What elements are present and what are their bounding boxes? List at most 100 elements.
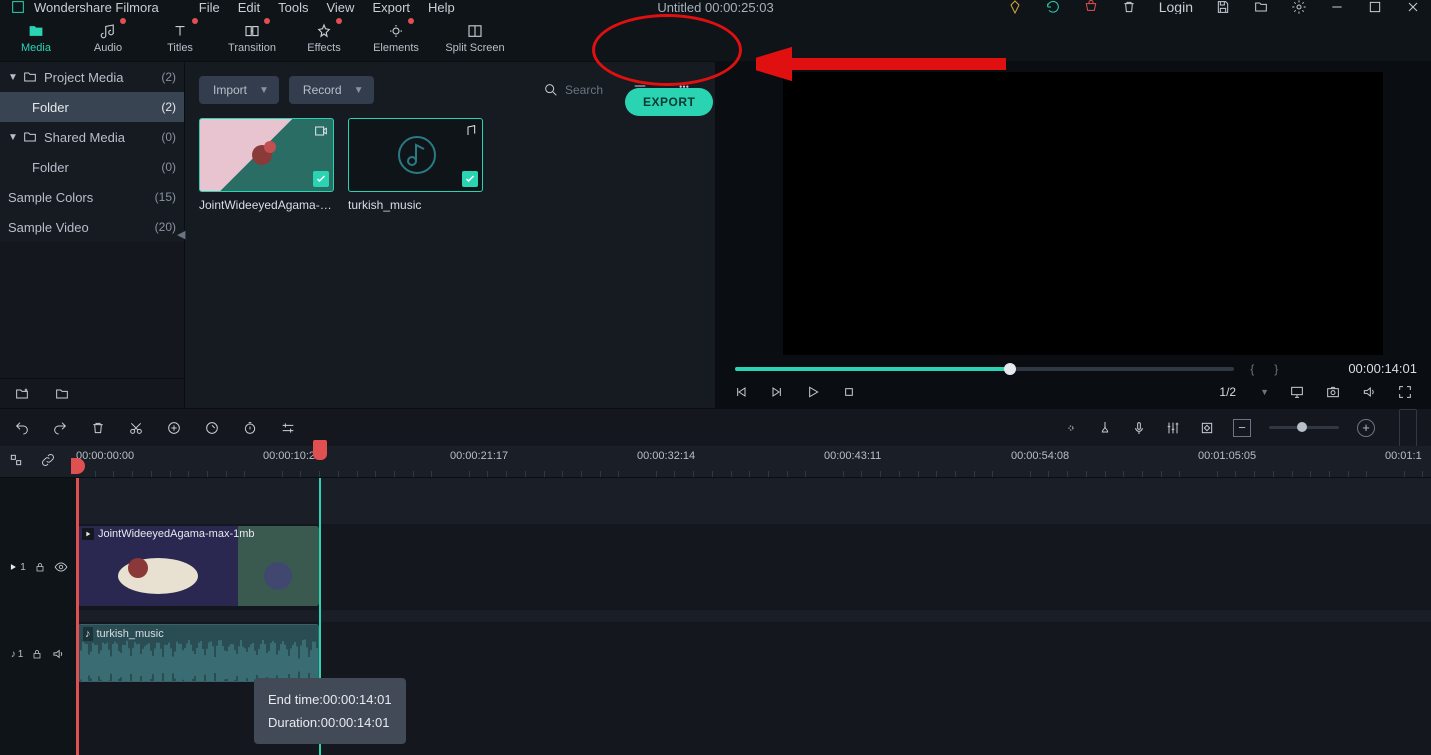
export-button[interactable]: EXPORT (625, 88, 713, 116)
fullscreen-icon[interactable] (1397, 384, 1413, 400)
snapshot-icon[interactable] (1325, 384, 1341, 400)
play-icon[interactable] (805, 384, 821, 400)
sidebar-item-folder-1[interactable]: Folder (2) (0, 92, 184, 122)
next-frame-icon[interactable] (769, 384, 785, 400)
ruler-tick: 00:00:21:17 (450, 450, 508, 462)
audio-icon (99, 22, 117, 40)
tab-titles[interactable]: Titles (144, 14, 216, 61)
import-dropdown[interactable]: Import▼ (199, 76, 279, 104)
minimize-icon[interactable] (1329, 0, 1345, 15)
folder-icon[interactable] (54, 386, 70, 402)
display-icon[interactable] (1289, 384, 1305, 400)
tab-effects[interactable]: Effects (288, 14, 360, 61)
new-folder-icon[interactable] (14, 386, 30, 402)
match-icon[interactable] (8, 452, 24, 468)
media-browser: Import▼ Record▼ Search EXPORT (184, 62, 715, 408)
effects-icon (315, 22, 333, 40)
stop-icon[interactable] (841, 384, 857, 400)
open-icon[interactable] (1253, 0, 1269, 15)
menu-tools[interactable]: Tools (278, 0, 308, 15)
title-bar: Wondershare Filmora File Edit Tools View… (0, 0, 1431, 14)
ruler-tick: 00:00:00:00 (76, 450, 134, 462)
undo-icon[interactable] (14, 420, 30, 436)
visibility-icon[interactable] (54, 560, 68, 574)
tab-transition[interactable]: Transition (216, 14, 288, 61)
timeline-tracks: 1 JointWideeyedAgama-max-1mb ♪1 (0, 478, 1431, 755)
zoom-out-button[interactable]: − (1233, 419, 1251, 437)
app-title: Wondershare Filmora (34, 0, 159, 15)
preview-video[interactable] (783, 72, 1383, 355)
panel-collapse-icon[interactable]: ◀ (177, 228, 185, 241)
audio-clip[interactable]: ♪turkish_music (78, 624, 319, 682)
sidebar-item-sample-colors[interactable]: Sample Colors (15) (0, 182, 184, 212)
search-input[interactable]: Search (543, 82, 613, 98)
login-button[interactable]: Login (1159, 0, 1193, 15)
tab-effects-label: Effects (307, 42, 340, 54)
refresh-icon[interactable] (1045, 0, 1061, 15)
cut-icon[interactable] (128, 420, 144, 436)
mixer-icon[interactable] (1165, 420, 1181, 436)
track-empty (0, 686, 1431, 755)
preview-slider[interactable] (735, 367, 1234, 371)
cart-icon[interactable] (1083, 0, 1099, 15)
sidebar-item-folder-2[interactable]: Folder (0) (0, 152, 184, 182)
sidebar-item-project-media[interactable]: ▼ Project Media (2) (0, 62, 184, 92)
settings-icon[interactable] (1291, 0, 1307, 15)
voiceover-icon[interactable] (1131, 420, 1147, 436)
lock-icon[interactable] (34, 561, 46, 573)
media-item[interactable]: turkish_music (348, 118, 483, 212)
menu-help[interactable]: Help (428, 0, 455, 15)
video-clip[interactable]: JointWideeyedAgama-max-1mb (78, 526, 319, 606)
crop-icon[interactable] (166, 420, 182, 436)
maximize-icon[interactable] (1367, 0, 1383, 15)
tab-audio[interactable]: Audio (72, 14, 144, 61)
prev-frame-icon[interactable] (733, 384, 749, 400)
dot-icon (120, 18, 126, 24)
menu-export[interactable]: Export (372, 0, 410, 15)
tab-splitscreen[interactable]: Split Screen (432, 14, 518, 61)
media-item[interactable]: JointWideeyedAgama-ma... (199, 118, 334, 212)
menu-file[interactable]: File (199, 0, 220, 15)
marker-icon[interactable] (1097, 420, 1113, 436)
range-start-marker[interactable] (76, 478, 79, 755)
duration-icon[interactable] (242, 420, 258, 436)
tab-media[interactable]: Media (0, 14, 72, 61)
dot-icon (336, 18, 342, 24)
zoom-fit-button[interactable] (1399, 409, 1417, 447)
preview-quality-select[interactable]: 1/2▼ (1219, 385, 1269, 399)
timeline-toolbar: − + (0, 408, 1431, 446)
trash-icon[interactable] (1121, 0, 1137, 15)
sidebar-item-sample-video[interactable]: Sample Video (20) (0, 212, 184, 242)
dot-icon (192, 18, 198, 24)
adjust-icon[interactable] (280, 420, 296, 436)
splitscreen-icon (466, 22, 484, 40)
save-icon[interactable] (1215, 0, 1231, 15)
delete-icon[interactable] (90, 420, 106, 436)
diamond-icon[interactable] (1007, 0, 1023, 15)
close-icon[interactable] (1405, 0, 1421, 15)
track-spacer (0, 478, 1431, 524)
redo-icon[interactable] (52, 420, 68, 436)
video-track[interactable]: 1 JointWideeyedAgama-max-1mb (0, 524, 1431, 610)
keyframe-icon[interactable] (1199, 420, 1215, 436)
link-icon[interactable] (40, 452, 56, 468)
sidebar-item-shared-media[interactable]: ▼ Shared Media (0) (0, 122, 184, 152)
tab-elements[interactable]: Elements (360, 14, 432, 61)
audio-track[interactable]: ♪1 ♪turkish_music (0, 622, 1431, 686)
tab-audio-label: Audio (94, 42, 122, 54)
speed-icon[interactable] (204, 420, 220, 436)
media-item-name: JointWideeyedAgama-ma... (199, 198, 334, 212)
menu-view[interactable]: View (326, 0, 354, 15)
dot-icon (408, 18, 414, 24)
zoom-in-button[interactable]: + (1357, 419, 1375, 437)
timeline-ruler[interactable]: 00:00:00:0000:00:10:2000:00:21:1700:00:3… (0, 446, 1431, 478)
mute-icon[interactable] (51, 647, 65, 661)
record-dropdown[interactable]: Record▼ (289, 76, 374, 104)
check-icon (313, 171, 329, 187)
render-icon[interactable] (1063, 420, 1079, 436)
volume-icon[interactable] (1361, 384, 1377, 400)
zoom-slider[interactable] (1269, 426, 1339, 429)
tab-media-label: Media (21, 42, 51, 54)
menu-edit[interactable]: Edit (238, 0, 260, 15)
lock-icon[interactable] (31, 648, 43, 660)
